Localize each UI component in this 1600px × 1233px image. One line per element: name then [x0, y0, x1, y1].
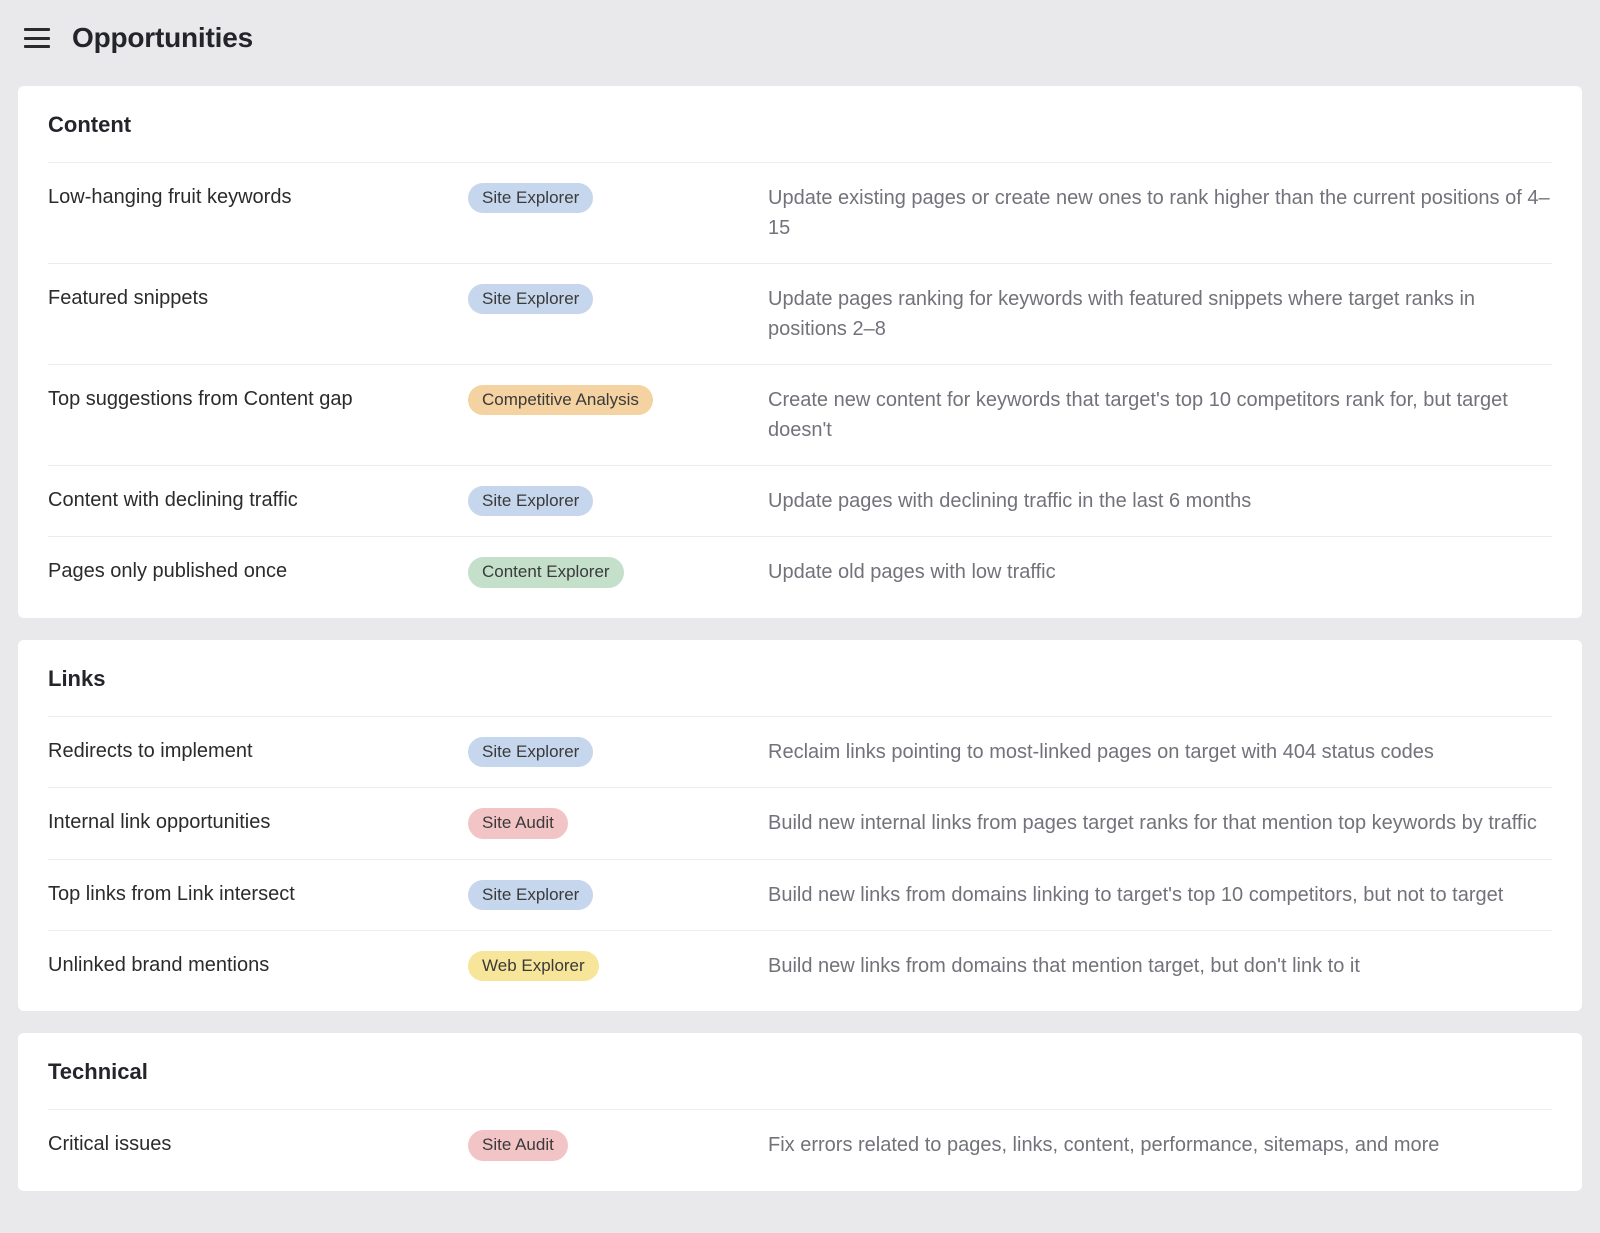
opportunity-tag-cell: Site Explorer [468, 183, 748, 213]
opportunity-name: Pages only published once [48, 557, 448, 585]
tool-badge-site-audit[interactable]: Site Audit [468, 808, 568, 838]
opportunity-description: Update existing pages or create new ones… [768, 183, 1552, 243]
opportunity-row[interactable]: Content with declining traffic Site Explo… [48, 465, 1552, 536]
opportunity-name: Featured snippets [48, 284, 448, 312]
section-technical: Technical Critical issues Site Audit Fix er… [18, 1033, 1582, 1190]
opportunity-description: Reclaim links pointing to most-linked pa… [768, 737, 1552, 767]
opportunity-row[interactable]: Critical issues Site Audit Fix errors rela… [48, 1109, 1552, 1180]
section-content: Content Low-hanging fruit keywords Site Ex… [18, 86, 1582, 618]
section-title: Technical [48, 1059, 1552, 1085]
opportunity-description: Create new content for keywords that tar… [768, 385, 1552, 445]
tool-badge-site-explorer[interactable]: Site Explorer [468, 183, 593, 213]
opportunity-tag-cell: Content Explorer [468, 557, 748, 587]
opportunity-tag-cell: Site Explorer [468, 486, 748, 516]
tool-badge-web-explorer[interactable]: Web Explorer [468, 951, 599, 981]
page-header: Opportunities [0, 0, 1600, 76]
opportunity-row[interactable]: Pages only published once Content Explore… [48, 536, 1552, 607]
opportunity-name: Redirects to implement [48, 737, 448, 765]
opportunity-row[interactable]: Redirects to implement Site Explorer Recla… [48, 716, 1552, 787]
opportunity-row[interactable]: Low-hanging fruit keywords Site Explorer U… [48, 162, 1552, 263]
opportunity-tag-cell: Competitive Analysis [468, 385, 748, 415]
opportunity-description: Fix errors related to pages, links, cont… [768, 1130, 1552, 1160]
opportunity-name: Content with declining traffic [48, 486, 448, 514]
tool-badge-site-explorer[interactable]: Site Explorer [468, 880, 593, 910]
section-title: Links [48, 666, 1552, 692]
opportunity-name: Low-hanging fruit keywords [48, 183, 448, 211]
opportunity-row[interactable]: Top links from Link intersect Site Explor… [48, 859, 1552, 930]
opportunity-row[interactable]: Internal link opportunities Site Audit Bui… [48, 787, 1552, 858]
opportunity-name: Internal link opportunities [48, 808, 448, 836]
opportunity-tag-cell: Site Explorer [468, 737, 748, 767]
tool-badge-site-explorer[interactable]: Site Explorer [468, 284, 593, 314]
tool-badge-content-explorer[interactable]: Content Explorer [468, 557, 624, 587]
opportunity-row[interactable]: Featured snippets Site Explorer Update pag… [48, 263, 1552, 364]
opportunity-name: Critical issues [48, 1130, 448, 1158]
opportunity-description: Update pages ranking for keywords with f… [768, 284, 1552, 344]
opportunity-tag-cell: Site Explorer [468, 284, 748, 314]
opportunity-row[interactable]: Top suggestions from Content gap Competit… [48, 364, 1552, 465]
opportunity-description: Update old pages with low traffic [768, 557, 1552, 587]
opportunity-description: Build new links from domains that mentio… [768, 951, 1552, 981]
opportunity-tag-cell: Site Audit [468, 808, 748, 838]
tool-badge-site-explorer[interactable]: Site Explorer [468, 486, 593, 516]
opportunity-name: Unlinked brand mentions [48, 951, 448, 979]
opportunity-tag-cell: Site Audit [468, 1130, 748, 1160]
opportunity-description: Build new links from domains linking to … [768, 880, 1552, 910]
tool-badge-competitive-analysis[interactable]: Competitive Analysis [468, 385, 653, 415]
opportunity-tag-cell: Site Explorer [468, 880, 748, 910]
opportunity-name: Top links from Link intersect [48, 880, 448, 908]
section-title: Content [48, 112, 1552, 138]
tool-badge-site-audit[interactable]: Site Audit [468, 1130, 568, 1160]
opportunity-description: Build new internal links from pages targ… [768, 808, 1552, 838]
opportunity-row[interactable]: Unlinked brand mentions Web Explorer Build… [48, 930, 1552, 1001]
section-links: Links Redirects to implement Site Explorer… [18, 640, 1582, 1012]
hamburger-icon[interactable] [24, 28, 50, 48]
opportunity-description: Update pages with declining traffic in t… [768, 486, 1552, 516]
opportunity-tag-cell: Web Explorer [468, 951, 748, 981]
tool-badge-site-explorer[interactable]: Site Explorer [468, 737, 593, 767]
opportunity-name: Top suggestions from Content gap [48, 385, 448, 413]
page-title: Opportunities [72, 22, 253, 54]
